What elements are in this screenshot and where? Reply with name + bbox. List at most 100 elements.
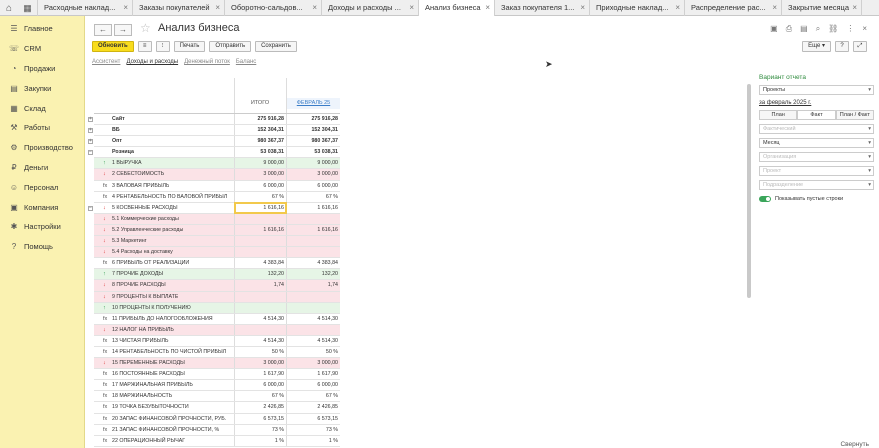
tab-raspredelenie[interactable]: Распределение рас... × xyxy=(685,0,782,16)
seg-plan[interactable]: План xyxy=(759,110,798,120)
project-field[interactable]: Проект ▾ xyxy=(759,166,874,176)
organization-field[interactable]: Организация ▾ xyxy=(759,152,874,162)
cell-month[interactable]: 4 514,30 xyxy=(287,314,340,325)
cell-total[interactable]: 275 916,28 xyxy=(234,114,286,125)
table-row[interactable]: fx 16 ПОСТОЯННЫЕ РАСХОДЫ 1 617,90 1 617,90 xyxy=(94,369,340,381)
table-row[interactable]: ↓ 5.2 Управленческие расходы 1 616,16 1 61… xyxy=(94,224,340,237)
link-cash-flow[interactable]: Денежный поток xyxy=(184,59,230,65)
scrollbar[interactable] xyxy=(747,84,751,298)
table-row[interactable]: ↑ 10 ПРОЦЕНТЫ К ПОЛУЧЕНИЮ xyxy=(94,302,340,314)
sidebar-item-sklad[interactable]: ▦ Склад xyxy=(0,98,84,118)
table-row[interactable]: fx 14 РЕНТАБЕЛЬНОСТЬ ПО ЧИСТОЙ ПРИБЫЛ 50 %… xyxy=(94,346,340,359)
table-row[interactable]: + Сайт 275 916,28 275 916,28 xyxy=(88,114,340,126)
cell-total[interactable]: 9 000,00 xyxy=(234,158,286,169)
expand-toggle-icon[interactable]: − xyxy=(88,205,93,211)
scenario-field[interactable]: Фактический ▾ xyxy=(759,124,874,134)
sidebar-item-kompaniya[interactable]: ▣ Компания xyxy=(0,197,84,217)
table-row[interactable]: ↓ 5.3 Маркетинг xyxy=(94,236,340,248)
back-button[interactable]: ← xyxy=(94,24,112,36)
expand-icon[interactable]: ⤢ xyxy=(853,41,867,52)
hierarchy-icon[interactable]: ⁝ xyxy=(155,41,170,52)
sidebar-item-proizvodstvo[interactable]: ⚙ Производство xyxy=(0,138,84,158)
cell-month[interactable]: 2 426,85 xyxy=(287,402,340,413)
cell-month[interactable]: 67 % xyxy=(287,192,340,203)
expand-toggle-icon[interactable]: + xyxy=(88,128,93,134)
tab-osv[interactable]: Оборотно-сальдов... × xyxy=(225,0,322,16)
cell-total[interactable]: 53 038,31 xyxy=(234,147,286,158)
cell-total[interactable]: 6 000,00 xyxy=(234,380,286,391)
table-row[interactable]: fx 20 ЗАПАС ФИНАНСОВОЙ ПРОЧНОСТИ, РУБ. 6 5… xyxy=(94,413,340,425)
cell-month[interactable]: 1,74 xyxy=(287,280,340,291)
table-row[interactable]: ↓ 5.4 Расходы на доставку xyxy=(94,247,340,259)
search-icon[interactable]: ⌕ xyxy=(816,24,820,34)
close-icon[interactable]: × xyxy=(580,0,585,16)
cell-total[interactable]: 1 616,16 xyxy=(234,225,286,236)
save-button[interactable]: Сохранить xyxy=(255,41,297,52)
department-field[interactable]: Подразделение ▾ xyxy=(759,180,874,190)
table-row[interactable]: ↑ 1 ВЫРУЧКА 9 000,00 9 000,00 xyxy=(94,158,340,170)
link-icon[interactable]: ⛓ xyxy=(828,24,838,34)
table-row[interactable]: ↓ 2 СЕБЕСТОИМОСТЬ 3 000,00 3 000,00 xyxy=(94,169,340,181)
seg-fact[interactable]: Факт xyxy=(797,110,836,120)
variant-select[interactable]: Проекты ▾ xyxy=(759,85,874,95)
cell-total[interactable]: 3 000,00 xyxy=(234,169,286,180)
sidebar-item-dengi[interactable]: ₽ Деньги xyxy=(0,158,84,178)
table-row[interactable]: ↓ 9 ПРОЦЕНТЫ К ВЫПЛАТЕ xyxy=(94,291,340,303)
sidebar-item-zakupki[interactable]: ▤ Закупки xyxy=(0,78,84,98)
periodicity-select[interactable]: Месяц ▾ xyxy=(759,138,874,148)
sidebar-item-nastroyki[interactable]: ✱ Настройки xyxy=(0,217,84,237)
period-link[interactable]: за февраль 2025 г. xyxy=(759,100,874,106)
sidebar-item-raboty[interactable]: ⚒ Работы xyxy=(0,118,84,138)
cell-total[interactable]: 1,74 xyxy=(234,280,286,291)
table-row[interactable]: ↓ 8 ПРОЧИЕ РАСХОДЫ 1,74 1,74 xyxy=(94,280,340,292)
table-row[interactable]: ↑ 7 ПРОЧИЕ ДОХОДЫ 132,20 132,20 xyxy=(94,269,340,281)
cell-total[interactable]: 4 383,84 xyxy=(234,258,286,269)
cell-month[interactable]: 9 000,00 xyxy=(287,158,340,169)
help-button[interactable]: ? xyxy=(835,41,849,52)
cell-month[interactable]: 1 % xyxy=(287,436,340,447)
table-row[interactable]: ↓ 12 НАЛОГ НА ПРИБЫЛЬ xyxy=(94,324,340,336)
link-income-expenses[interactable]: Доходы и расходы xyxy=(126,59,178,65)
print-icon[interactable]: ⎙ xyxy=(786,24,792,34)
tab-prihodnye[interactable]: Приходные наклад... × xyxy=(590,0,685,16)
link-assistant[interactable]: Ассистент xyxy=(92,59,120,65)
close-icon[interactable]: × xyxy=(852,0,857,16)
home-icon[interactable]: ⌂ xyxy=(0,0,18,16)
sidebar-item-personal[interactable]: ☺ Персонал xyxy=(0,177,84,197)
expand-toggle-icon[interactable]: + xyxy=(88,139,93,145)
column-month-header[interactable]: ФЕВРАЛЬ 25 xyxy=(287,98,340,109)
settings-icon[interactable]: ≡ xyxy=(137,41,152,52)
expand-toggle-icon[interactable]: + xyxy=(88,117,93,122)
cell-month[interactable]: 4 383,84 xyxy=(287,258,340,269)
cell-month[interactable]: 3 000,00 xyxy=(287,169,340,180)
cell-total[interactable]: 4 514,30 xyxy=(234,314,286,325)
collapse-link[interactable]: Свернуть xyxy=(840,441,869,448)
table-row[interactable]: + ВБ 152 304,31 152 304,31 xyxy=(88,125,340,137)
tab-analiz[interactable]: Анализ бизнеса × xyxy=(419,0,495,16)
close-icon[interactable]: × xyxy=(409,0,414,16)
cell-total[interactable]: 73 % xyxy=(234,425,286,436)
table-row[interactable]: fx 4 РЕНТАБЕЛЬНОСТЬ ПО ВАЛОВОЙ ПРИБЫЛ 67 %… xyxy=(94,191,340,203)
print-button[interactable]: Печать xyxy=(173,41,206,52)
cell-total[interactable]: 2 426,85 xyxy=(234,402,286,413)
cell-month[interactable]: 53 038,31 xyxy=(287,147,340,158)
cell-total[interactable]: 3 000,00 xyxy=(234,358,286,369)
preview-icon[interactable]: ▤ xyxy=(800,24,808,34)
tab-dohody[interactable]: Доходы и расходы ... × xyxy=(322,0,419,16)
close-icon[interactable]: × xyxy=(772,0,777,16)
cell-month[interactable]: 6 573,15 xyxy=(287,414,340,425)
table-row[interactable]: fx 11 ПРИБЫЛЬ ДО НАЛОГООБЛОЖЕНИЯ 4 514,30 4… xyxy=(94,313,340,325)
tab-zakrytie[interactable]: Закрытие месяца × xyxy=(782,0,862,16)
sidebar-item-crm[interactable]: ☏ CRM xyxy=(0,39,84,59)
table-row[interactable]: fx 22 ОПЕРАЦИОННЫЙ РЫЧАГ 1 % 1 % xyxy=(94,435,340,447)
cell-month[interactable]: 3 000,00 xyxy=(287,358,340,369)
cell-total[interactable]: 4 514,30 xyxy=(234,336,286,347)
close-icon[interactable]: × xyxy=(485,0,490,16)
table-row[interactable]: fx 13 ЧИСТАЯ ПРИБЫЛЬ 4 514,30 4 514,30 xyxy=(94,335,340,347)
sidebar-item-prodazhi[interactable]: ◔ Продажи xyxy=(0,59,84,79)
favorite-star-icon[interactable]: ☆ xyxy=(140,21,151,35)
cell-month[interactable]: 1 616,16 xyxy=(287,203,340,214)
cell-total[interactable]: 152 304,31 xyxy=(234,125,286,136)
table-row[interactable]: fx 6 ПРИБЫЛЬ ОТ РЕАЛИЗАЦИИ 4 383,84 4 383,8… xyxy=(94,258,340,270)
cell-month[interactable]: 4 514,30 xyxy=(287,336,340,347)
